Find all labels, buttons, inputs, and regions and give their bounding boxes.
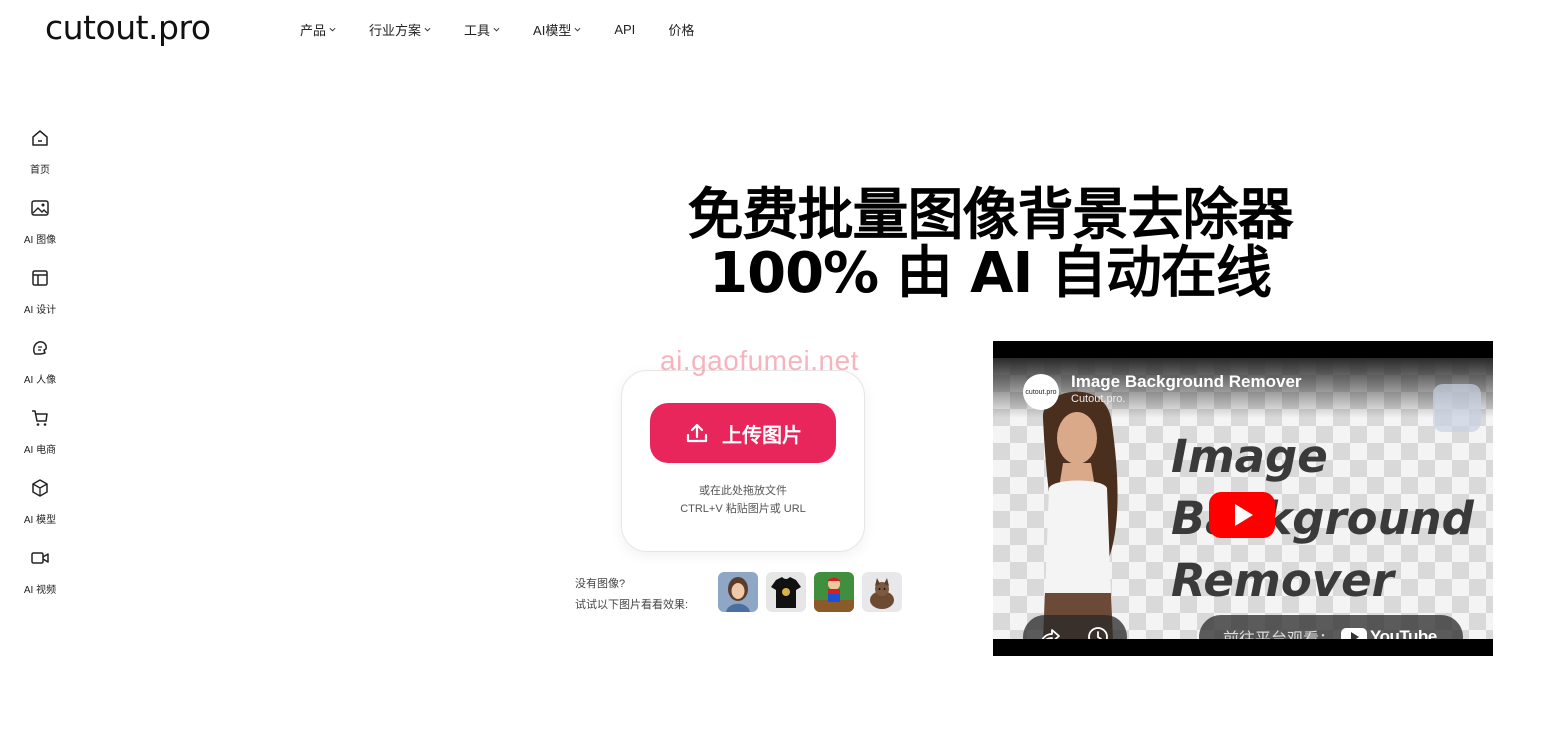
sidebar-item-ai-design[interactable]: AI 设计	[0, 260, 80, 320]
nav-tools[interactable]: 工具	[464, 18, 500, 40]
sidebar-item-label: AI 图像	[23, 235, 57, 246]
channel-avatar[interactable]: cutout.pro	[1023, 374, 1059, 410]
nav-label: 产品	[300, 22, 327, 38]
nav-label: 工具	[464, 22, 491, 38]
overlay-text-line1: Image	[1171, 430, 1328, 483]
sidebar-item-label: 首页	[30, 165, 50, 176]
nav-label: AI模型	[533, 22, 572, 38]
nav-label: 价格	[668, 22, 695, 38]
paste-hint: CTRL+V 粘贴图片或 URL	[680, 503, 806, 515]
portrait-icon	[33, 341, 47, 355]
sidebar-item-label: AI 视频	[23, 585, 57, 596]
sample-thumb-dog[interactable]	[862, 572, 902, 612]
sidebar-item-ai-portrait[interactable]: AI 人像	[0, 330, 80, 390]
sidebar-item-label: AI 模型	[23, 515, 57, 526]
sidebar-item-label: AI 设计	[23, 305, 57, 316]
sidebar-item-ai-model[interactable]: AI 模型	[0, 470, 80, 530]
upload-button-label: 上传图片	[722, 424, 802, 447]
image-icon	[31, 200, 49, 216]
sample-prompt-line1: 没有图像?	[575, 578, 626, 590]
model-figure	[1042, 391, 1118, 639]
sidebar-item-ai-ecommerce[interactable]: AI 电商	[0, 400, 80, 460]
nav-api[interactable]: API	[614, 18, 635, 40]
sample-thumb-mario[interactable]	[814, 572, 854, 612]
cart-icon	[32, 410, 48, 426]
sidebar-item-ai-video[interactable]: AI 视频	[0, 540, 80, 600]
youtube-wordmark: YouTube	[1370, 627, 1437, 639]
header: cutout.pro 产品 行业方案 工具 AI模型 API 价格	[0, 0, 1543, 60]
nav-pricing[interactable]: 价格	[668, 18, 694, 40]
chevron-down-icon	[329, 27, 336, 32]
app-logo-badge	[1433, 384, 1481, 432]
sample-thumb-tshirt[interactable]	[766, 572, 806, 612]
drop-hint: 或在此处拖放文件	[699, 485, 787, 497]
sidebar-item-label: AI 人像	[23, 375, 57, 386]
video-icon	[31, 552, 49, 564]
video-title[interactable]: Image Background Remover	[1071, 372, 1302, 392]
cube-icon	[32, 479, 48, 497]
design-icon	[32, 270, 48, 286]
nav-ai-models[interactable]: AI模型	[533, 18, 581, 40]
upload-image-button[interactable]: 上传图片	[650, 403, 836, 463]
hero-title-line2: 100% 由 AI 自动在线	[709, 241, 1272, 306]
main-nav: 产品 行业方案 工具 AI模型 API 价格	[300, 18, 727, 40]
nav-label: API	[614, 21, 636, 37]
nav-solutions[interactable]: 行业方案	[369, 18, 431, 40]
youtube-video-embed[interactable]: cutout.pro Image Background Remover Cuto…	[993, 341, 1493, 656]
logo[interactable]: cutout.pro	[45, 8, 211, 47]
chevron-down-icon	[574, 27, 581, 32]
sidebar-item-ai-image[interactable]: AI 图像	[0, 190, 80, 250]
video-channel[interactable]: Cutout.pro.	[1071, 393, 1125, 405]
youtube-logo: YouTube	[1341, 627, 1437, 639]
share-icon[interactable]	[1038, 625, 1062, 639]
nav-products[interactable]: 产品	[300, 18, 336, 40]
nav-label: 行业方案	[369, 22, 422, 38]
play-icon	[1235, 504, 1253, 526]
video-thumbnail: cutout.pro Image Background Remover Cuto…	[993, 358, 1493, 639]
overlay-text-line3: Remover	[1171, 554, 1394, 607]
youtube-play-icon	[1341, 628, 1368, 639]
home-icon	[32, 130, 48, 146]
sample-thumb-girl[interactable]	[718, 572, 758, 612]
play-button[interactable]	[1209, 492, 1275, 538]
sidebar-item-label: AI 电商	[23, 445, 57, 456]
watch-on-youtube-button[interactable]: 前往平台观看： YouTube	[1199, 615, 1463, 639]
chevron-down-icon	[424, 27, 431, 32]
chevron-down-icon	[493, 27, 500, 32]
upload-icon	[686, 423, 708, 443]
watermark: ai.gaofumei.net	[660, 345, 859, 376]
sidebar-item-home[interactable]: 首页	[0, 120, 80, 180]
watch-later-icon[interactable]	[1086, 625, 1110, 639]
watch-on-label: 前往平台观看：	[1223, 625, 1335, 639]
sample-prompt-line2: 试试以下图片看看效果:	[575, 599, 689, 611]
